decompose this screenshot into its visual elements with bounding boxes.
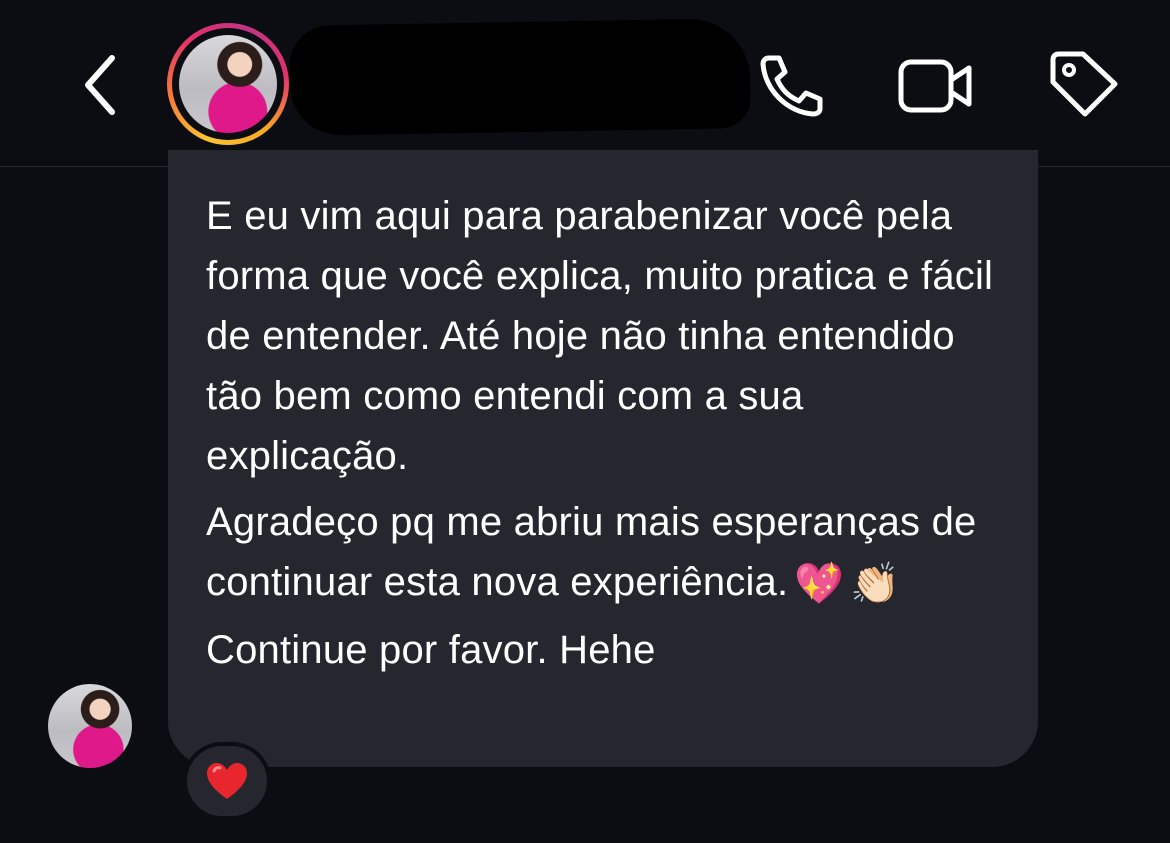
message-paragraph: E eu vim aqui para parabenizar você pela… <box>206 194 994 478</box>
phone-icon <box>760 55 823 117</box>
reaction-badge[interactable]: ❤️ <box>183 742 271 820</box>
sparkling-heart-icon: 💖 <box>794 562 845 607</box>
message-paragraph: Agradeço pq me abriu mais esperanças de … <box>206 492 1006 614</box>
clapping-hands-icon: 👏🏻 <box>850 562 901 607</box>
heart-icon <box>207 763 247 799</box>
voice-call-button[interactable] <box>750 50 830 120</box>
back-button[interactable] <box>70 50 130 120</box>
message-paragraph: Continue por favor. Hehe <box>206 628 656 673</box>
message-text: E eu vim aqui para parabenizar você pela… <box>206 186 1006 680</box>
chevron-left-icon <box>85 55 115 115</box>
sender-avatar[interactable] <box>48 684 132 768</box>
chat-header <box>0 0 1170 167</box>
avatar[interactable] <box>179 35 277 133</box>
video-call-button[interactable] <box>895 50 975 120</box>
tag-icon <box>1050 51 1118 117</box>
video-camera-icon <box>898 59 972 113</box>
contact-name-redaction <box>289 17 751 137</box>
tag-button[interactable] <box>1043 50 1123 120</box>
